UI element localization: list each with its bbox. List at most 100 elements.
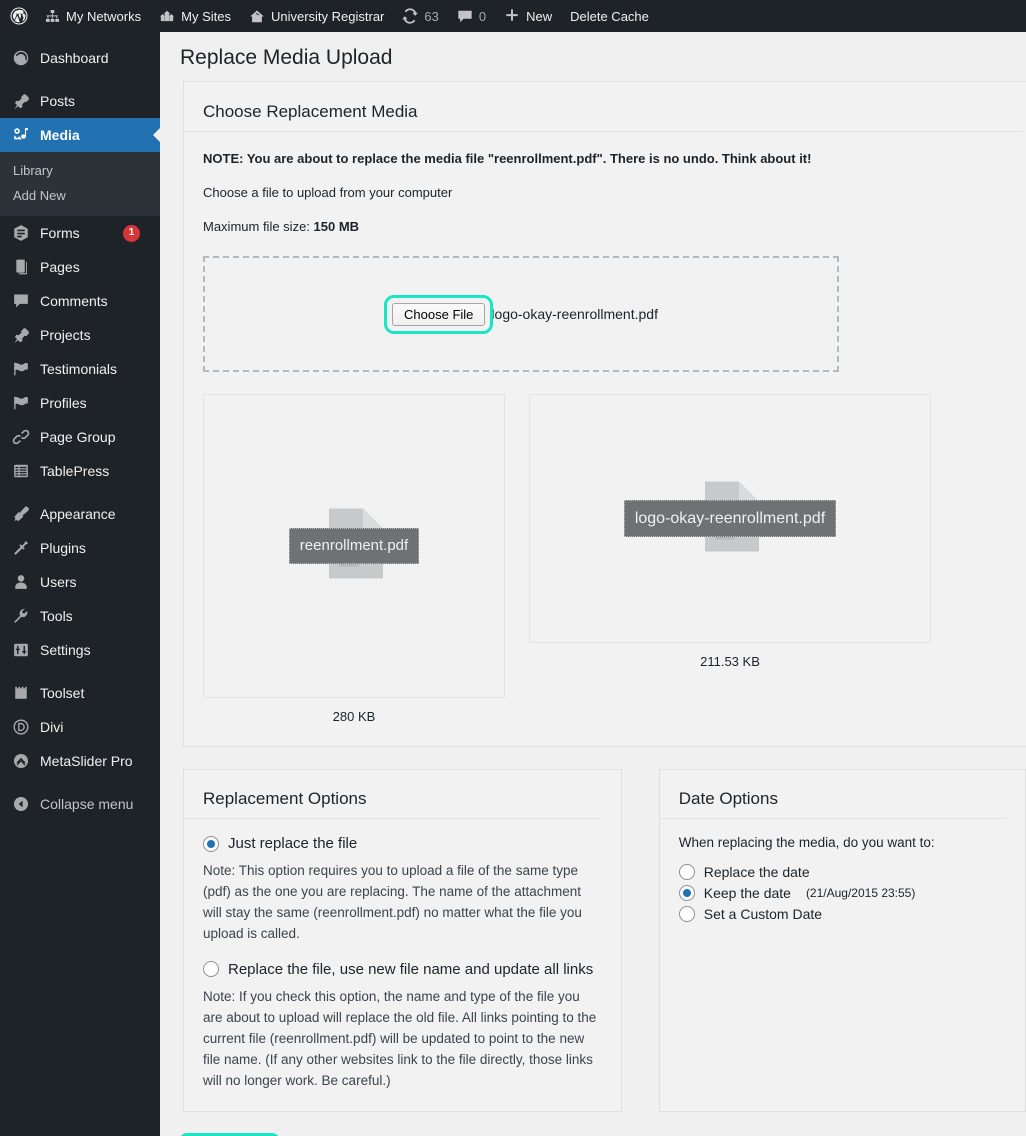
submenu-item-library[interactable]: Library [0, 158, 160, 183]
options-row: Replacement Options Just replace the fil… [183, 769, 1026, 1111]
radio-indicator[interactable] [679, 906, 695, 922]
sidebar-item-label: Projects [40, 328, 160, 342]
divi-icon [11, 717, 31, 737]
menu-spacer [0, 778, 160, 787]
menu-spacer [0, 488, 160, 497]
thumbnail-box: logo-okay-reenrollment.pdf [529, 394, 931, 643]
sidebar-item-label: Comments [40, 294, 160, 308]
sidebar-item-pages[interactable]: Pages [0, 250, 160, 284]
admin-bar-label: My Sites [181, 9, 231, 24]
radio-indicator[interactable] [679, 885, 695, 901]
admin-bar-item-new[interactable]: New [495, 0, 561, 32]
max-file-size-value: 150 MB [314, 219, 360, 234]
metaslider-icon [11, 751, 31, 771]
radio-label: Keep the date [704, 885, 791, 901]
radio-just-replace-the-file[interactable]: Just replace the file [203, 835, 602, 852]
sidebar-item-projects[interactable]: Projects [0, 318, 160, 352]
sliders-icon [11, 640, 31, 660]
radio-set-a-custom-date[interactable]: Set a Custom Date [679, 906, 1006, 922]
sidebar-item-tools[interactable]: Tools [0, 599, 160, 633]
radio-replace-the-date[interactable]: Replace the date [679, 864, 1006, 880]
sidebar-item-posts[interactable]: Posts [0, 84, 160, 118]
max-file-size-label: Maximum file size: [203, 219, 310, 234]
replace-warning-note: NOTE: You are about to replace the media… [184, 132, 1026, 166]
main-content: Replace Media Upload Choose Replacement … [160, 32, 1026, 1136]
admin-bar-item-delete-cache[interactable]: Delete Cache [561, 0, 658, 32]
media-submenu: Library Add New [0, 152, 160, 216]
replacement-options-panel: Replacement Options Just replace the fil… [183, 769, 622, 1111]
sidebar-item-media[interactable]: Media [0, 118, 160, 152]
sidebar-item-tablepress[interactable]: TablePress [0, 454, 160, 488]
sidebar-item-comments[interactable]: Comments [0, 284, 160, 318]
choose-file-highlight-box: Choose File [384, 295, 493, 334]
admin-bar-label: New [526, 9, 552, 24]
current-file-thumbnail: reenrollment.pdf 280 KB [203, 394, 505, 724]
collapse-arrow-icon [11, 794, 31, 814]
sidebar-item-page-group[interactable]: Page Group [0, 420, 160, 454]
sidebar-item-label: Forms [40, 226, 116, 240]
comment-icon [457, 9, 473, 24]
file-icon-stack: logo-okay-reenrollment.pdf [624, 500, 836, 537]
wrench-icon [11, 606, 31, 626]
upload-highlight-box: Upload [179, 1133, 280, 1136]
admin-bar-item-my-networks[interactable]: My Networks [36, 0, 150, 32]
file-drop-zone[interactable]: Choose File logo-okay-reenrollment.pdf [203, 256, 839, 372]
plug-icon [11, 538, 31, 558]
sidebar-item-plugins[interactable]: Plugins [0, 531, 160, 565]
radio-replace-and-update-links[interactable]: Replace the file, use new file name and … [203, 961, 602, 978]
sidebar-item-label: Divi [40, 720, 160, 734]
sidebar-item-toolset[interactable]: Toolset [0, 676, 160, 710]
radio-indicator[interactable] [679, 864, 695, 880]
file-name-chip: reenrollment.pdf [289, 528, 419, 564]
file-name-chip: logo-okay-reenrollment.pdf [624, 500, 836, 537]
sidebar-item-label: Users [40, 575, 160, 589]
replacement-file-thumbnail: logo-okay-reenrollment.pdf 211.53 KB [529, 394, 931, 669]
date-options-body: When replacing the media, do you want to… [660, 819, 1025, 946]
sidebar-item-profiles[interactable]: Profiles [0, 386, 160, 420]
sidebar-item-settings[interactable]: Settings [0, 633, 160, 667]
sidebar-item-appearance[interactable]: Appearance [0, 497, 160, 531]
sidebar-item-dashboard[interactable]: Dashboard [0, 41, 160, 75]
replacement-options-body: Just replace the file Note: This option … [184, 819, 621, 1110]
chosen-file-name: logo-okay-reenrollment.pdf [491, 306, 658, 322]
submenu-item-add-new[interactable]: Add New [0, 183, 160, 208]
networks-icon [45, 9, 60, 24]
forms-icon [11, 223, 31, 243]
sidebar-item-divi[interactable]: Divi [0, 710, 160, 744]
sidebar-item-users[interactable]: Users [0, 565, 160, 599]
choose-file-button[interactable]: Choose File [392, 303, 485, 326]
sidebar-item-label: Appearance [40, 507, 160, 521]
wordpress-logo-button[interactable] [0, 0, 36, 32]
sidebar-item-label: Media [40, 128, 160, 142]
comment-icon [11, 291, 31, 311]
sidebar-item-forms[interactable]: Forms 1 [0, 216, 160, 250]
sidebar-item-metaslider-pro[interactable]: MetaSlider Pro [0, 744, 160, 778]
pin-icon [11, 325, 31, 345]
sidebar-item-testimonials[interactable]: Testimonials [0, 352, 160, 386]
radio-indicator[interactable] [203, 836, 219, 852]
upload-instruction: Choose a file to upload from your comput… [184, 166, 1026, 200]
dashboard-icon [11, 48, 31, 68]
sidebar-item-label: Tools [40, 609, 160, 623]
admin-bar-update-count: 63 [424, 9, 438, 24]
file-size-label: 280 KB [333, 698, 376, 724]
radio-indicator[interactable] [203, 961, 219, 977]
radio-label: Replace the file, use new file name and … [228, 961, 593, 978]
admin-bar-item-my-sites[interactable]: My Sites [150, 0, 240, 32]
radio-label: Just replace the file [228, 835, 357, 852]
pages-icon [11, 257, 31, 277]
admin-bar-item-comments[interactable]: 0 [448, 0, 495, 32]
admin-bar-item-updates[interactable]: 63 [393, 0, 447, 32]
sidebar-item-label: Dashboard [40, 51, 160, 65]
file-input-row: Choose File logo-okay-reenrollment.pdf [384, 295, 658, 334]
radio-keep-the-date[interactable]: Keep the date (21/Aug/2015 23:55) [679, 885, 1006, 901]
home-icon [249, 9, 265, 24]
sidebar-item-label: Pages [40, 260, 160, 274]
replace-and-update-note: Note: If you check this option, the name… [203, 987, 602, 1092]
media-icon [11, 125, 31, 145]
date-options-panel: Date Options When replacing the media, d… [659, 769, 1026, 1111]
menu-spacer [0, 75, 160, 84]
admin-bar-item-site-name[interactable]: University Registrar [240, 0, 393, 32]
just-replace-note: Note: This option requires you to upload… [203, 861, 602, 945]
collapse-menu-button[interactable]: Collapse menu [0, 787, 160, 821]
